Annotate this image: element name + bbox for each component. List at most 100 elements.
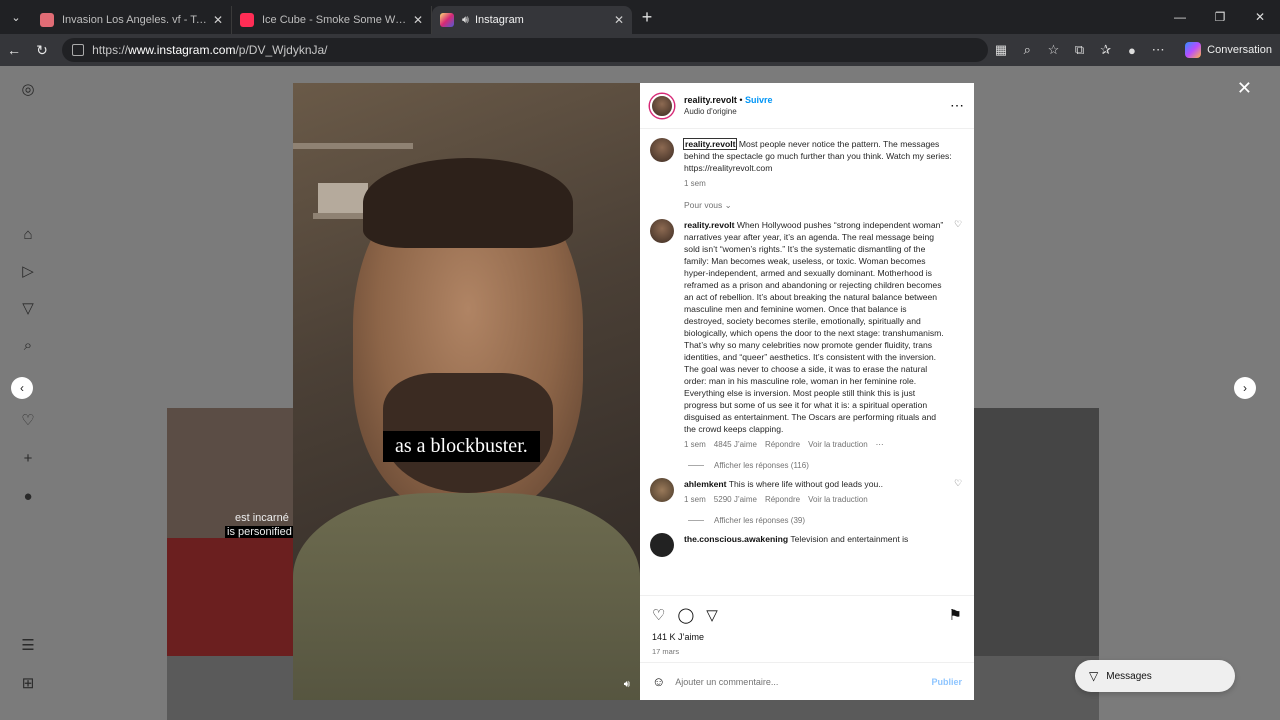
lock-icon (72, 44, 85, 56)
direct-icon[interactable]: ▽ (18, 299, 38, 319)
share-icon[interactable]: ▽ (706, 606, 718, 624)
caption-item: reality.revolt Most people never notice … (640, 130, 974, 190)
avatar[interactable] (650, 478, 674, 502)
person-hair (363, 158, 573, 248)
favorites-icon[interactable]: ✰ (1093, 42, 1119, 58)
translate-button[interactable]: Voir la traduction (808, 439, 868, 451)
comment-item: ahlemkent This is where life without god… (640, 470, 974, 506)
url-field[interactable]: https://www.instagram.com/p/DV_WjdyknJa/ (62, 38, 988, 62)
post-video[interactable]: as a blockbuster. 🔊︎ (293, 83, 640, 700)
avatar[interactable] (650, 138, 674, 162)
person-shirt (293, 493, 640, 700)
tab-title: Ice Cube - Smoke Some Weed (Di (262, 14, 407, 26)
translate-button[interactable]: Voir la traduction (808, 494, 868, 506)
avatar[interactable] (650, 93, 674, 118)
follow-button[interactable]: Suivre (745, 95, 773, 105)
avatar[interactable] (650, 219, 674, 243)
home-icon[interactable]: ⌂ (18, 225, 38, 245)
close-modal-icon[interactable]: ✕ (1237, 78, 1252, 99)
apps-icon[interactable]: ▦ (988, 42, 1014, 58)
star-icon[interactable]: ☆ (1040, 42, 1066, 58)
view-replies-button[interactable]: Afficher les réponses (39) (640, 506, 974, 525)
avatar[interactable] (650, 533, 674, 557)
publish-button[interactable]: Publier (931, 677, 962, 687)
emoji-icon[interactable]: ☺ (652, 674, 665, 689)
comment-likes[interactable]: 4845 J’aime (714, 439, 757, 451)
view-replies-button[interactable]: Afficher les réponses (116) (640, 451, 974, 470)
new-tab-plus-icon[interactable]: + (632, 7, 662, 28)
prev-post-arrow-icon[interactable]: ‹ (11, 377, 33, 399)
comments-list: reality.revolt Most people never notice … (640, 130, 974, 595)
comment-item: the.conscious.awakening Television and e… (640, 525, 974, 557)
instagram-logo-icon[interactable]: ◎ (18, 80, 38, 100)
likes-count[interactable]: 141 K J’aime (640, 624, 974, 642)
tab-close-icon[interactable]: ✕ (213, 13, 223, 27)
copilot-logo-icon (1185, 42, 1202, 58)
menu-icon[interactable]: ☰ (18, 636, 38, 656)
address-bar-row: ← ↻ https://www.instagram.com/p/DV_Wjdyk… (0, 34, 1280, 66)
tab-title: Instagram (474, 14, 524, 26)
more-grid-icon[interactable]: ⊞ (18, 674, 38, 694)
save-bookmark-icon[interactable]: ⚑ (949, 606, 962, 624)
speaker-icon[interactable]: 🔊︎ (462, 14, 469, 27)
more-icon[interactable]: ⋯ (1145, 42, 1171, 58)
comment-time: 1 sem (684, 440, 706, 449)
comment-like-heart-icon[interactable]: ♡ (954, 219, 964, 451)
background-shelf (293, 143, 413, 149)
back-arrow-icon[interactable]: ← (0, 42, 28, 58)
comment-like-heart-icon[interactable]: ♡ (954, 478, 964, 506)
reels-icon[interactable]: ▷ (18, 262, 38, 282)
tab-2[interactable]: Ice Cube - Smoke Some Weed (Di ✕ (232, 6, 432, 34)
tab-list-chevron-icon[interactable]: ⌄ (0, 0, 32, 34)
like-heart-icon[interactable]: ♡ (652, 606, 665, 624)
extensions-icon[interactable]: ⧉ (1066, 42, 1092, 58)
comment-username[interactable]: ahlemkent (684, 479, 727, 489)
close-window-icon[interactable]: ✕ (1240, 0, 1280, 34)
maximize-icon[interactable]: ❐ (1200, 0, 1240, 34)
grid-thumbnail[interactable] (973, 408, 1099, 656)
instagram-favicon-icon (440, 13, 454, 27)
comment-username[interactable]: reality.revolt (684, 220, 734, 230)
post-username[interactable]: reality.revolt (684, 95, 737, 105)
zoom-icon[interactable]: ⌕ (1014, 42, 1040, 58)
minimize-icon[interactable]: — (1160, 0, 1200, 34)
notifications-heart-icon[interactable]: ♡ (18, 411, 38, 431)
next-post-arrow-icon[interactable]: › (1234, 377, 1256, 399)
more-options-icon[interactable]: ⋯ (950, 97, 964, 114)
tab-3-active[interactable]: 🔊︎ Instagram ✕ (432, 6, 632, 34)
comment-bubble-icon[interactable]: ◯ (677, 606, 694, 624)
video-subtitle: as a blockbuster. (383, 431, 540, 462)
window-controls: — ❐ ✕ (1160, 0, 1280, 34)
messages-button[interactable]: ▽ Messages (1075, 660, 1235, 692)
pour-vous-dropdown[interactable]: Pour vous ⌄ (640, 190, 974, 211)
reply-button[interactable]: Répondre (765, 494, 800, 506)
comment-item: reality.revolt When Hollywood pushes “st… (640, 211, 974, 451)
reload-icon[interactable]: ↻ (28, 42, 56, 59)
add-comment-input[interactable]: Ajouter un commentaire... (675, 677, 778, 687)
post-footer: ♡ ◯ ▽ ⚑ 141 K J’aime 17 mars (640, 595, 974, 656)
post-author-block: reality.revolt • Suivre Audio d'origine (684, 95, 773, 116)
audio-label[interactable]: Audio d'origine (684, 107, 773, 116)
grid-thumbnail[interactable] (167, 538, 293, 656)
caption-username[interactable]: reality.revolt (682, 138, 738, 150)
profile-icon[interactable]: ● (18, 487, 38, 507)
copilot-conversation-button[interactable]: Conversation (1177, 38, 1280, 62)
tab-close-icon[interactable]: ✕ (413, 13, 423, 27)
tab-favicon-icon (240, 13, 254, 27)
post-date: 17 mars (652, 647, 680, 656)
tab-1[interactable]: Invasion Los Angeles. vf - TokyVid ✕ (32, 6, 232, 34)
comment-username[interactable]: the.conscious.awakening (684, 534, 788, 544)
tab-close-icon[interactable]: ✕ (614, 13, 624, 27)
divider (688, 520, 704, 521)
comment-likes[interactable]: 5290 J’aime (714, 494, 757, 506)
profile-icon[interactable]: ● (1119, 43, 1145, 58)
tab-favicon-icon (40, 13, 54, 27)
comment-more-icon[interactable]: ⋯ (876, 439, 884, 451)
search-icon[interactable]: ⌕ (18, 336, 38, 356)
url-prefix: https:// (92, 43, 129, 57)
caption-time: 1 sem (684, 179, 706, 188)
post-actions: ♡ ◯ ▽ ⚑ (640, 596, 974, 624)
volume-icon[interactable]: 🔊︎ (624, 679, 630, 690)
reply-button[interactable]: Répondre (765, 439, 800, 451)
create-plus-icon[interactable]: + (18, 449, 38, 469)
